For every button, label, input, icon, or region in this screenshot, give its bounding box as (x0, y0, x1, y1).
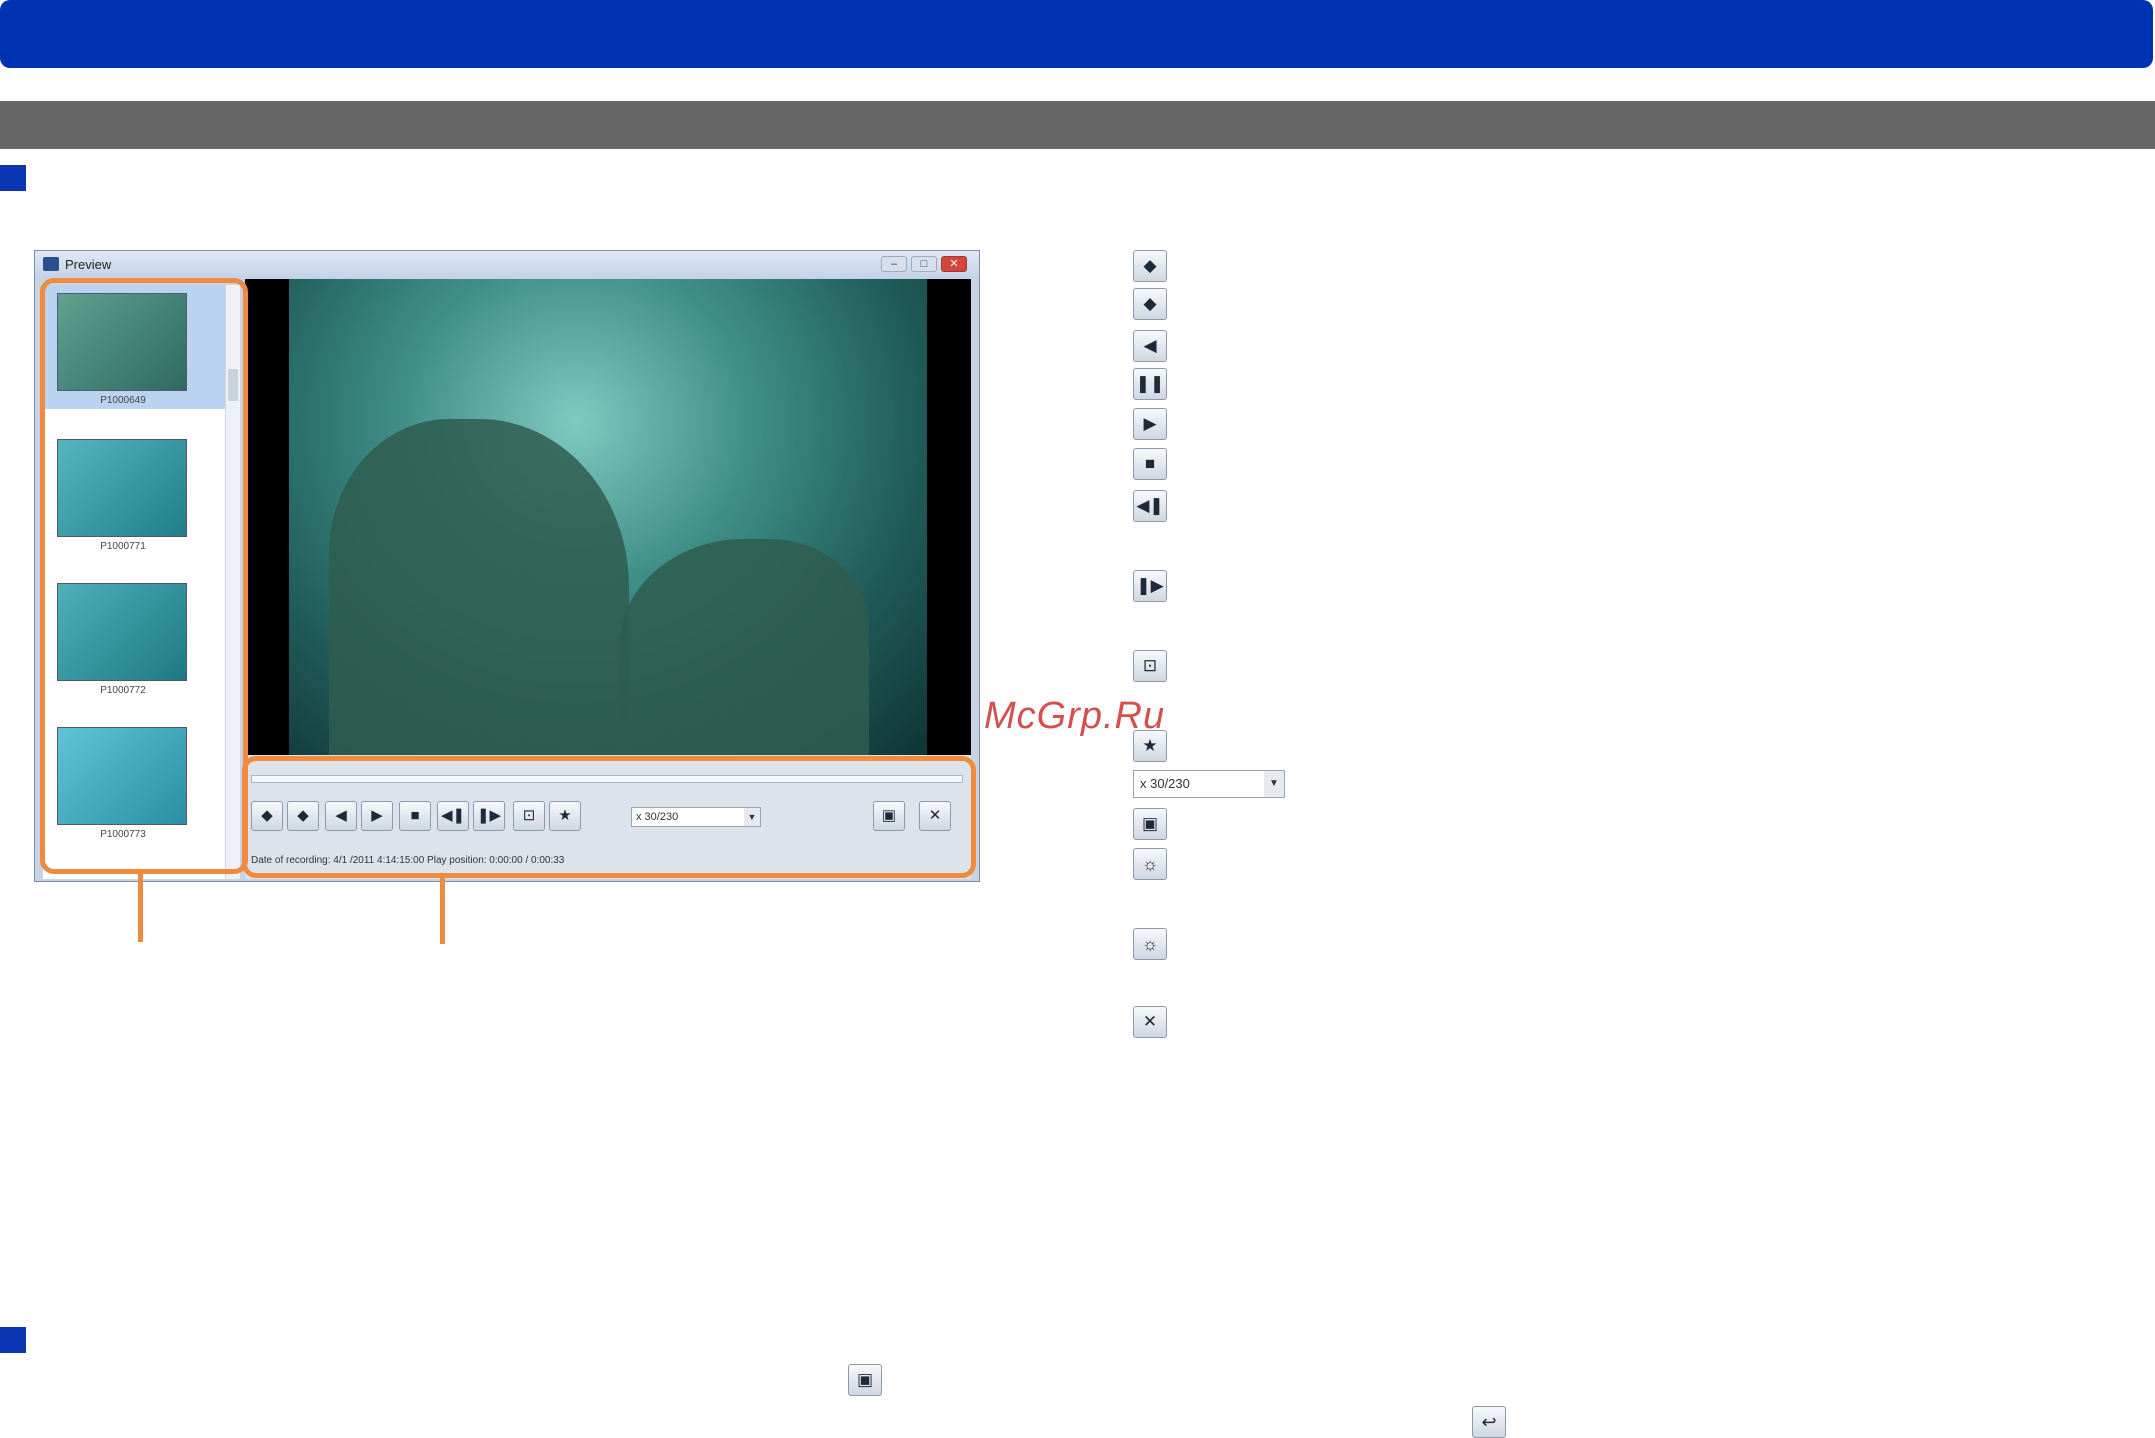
reverse-play-icon: ◀ (1133, 330, 1167, 362)
video-frame (289, 279, 927, 755)
speed-select-sample: x 30/230 ▼ (1133, 770, 1285, 798)
close-icon: ✕ (1133, 1006, 1167, 1038)
video-rock-right (619, 539, 869, 755)
watermark: McGrp.Ru (984, 695, 1166, 737)
speed-value-sample: x 30/230 (1140, 776, 1190, 791)
maximize-button[interactable]: □ (911, 256, 937, 272)
fullscreen-icon: ▣ (1133, 808, 1167, 840)
play-icon: ▶ (1133, 408, 1167, 440)
section-bar (0, 101, 2155, 149)
video-area (245, 279, 971, 755)
section-marker-top (0, 165, 26, 191)
leader-line-2 (440, 878, 445, 944)
video-rock-left (329, 419, 629, 755)
stop-icon: ■ (1133, 448, 1167, 480)
brightness-down-icon: ☼ (1133, 928, 1167, 960)
app-icon (43, 257, 59, 271)
pause-icon: ❚❚ (1133, 368, 1167, 400)
fullscreen-icon-inline: ▣ (848, 1364, 882, 1396)
section-marker-bottom (0, 1327, 26, 1353)
window-close-button[interactable]: ✕ (941, 256, 967, 272)
frame-back-icon: ◀❚ (1133, 490, 1167, 522)
capture-icon: ⊡ (1133, 650, 1167, 682)
window-titlebar: Preview – □ ✕ (35, 251, 979, 279)
title-bar (0, 0, 2153, 68)
controls-highlight (242, 756, 976, 878)
return-icon: ↩ (1472, 1406, 1506, 1438)
window-title: Preview (65, 257, 112, 272)
frame-forward-icon: ❚▶ (1133, 570, 1167, 602)
previous-file-icon: ◆ (1133, 250, 1167, 282)
brightness-up-icon: ☼ (1133, 848, 1167, 880)
minimize-button[interactable]: – (881, 256, 907, 272)
leader-line-1 (138, 874, 143, 942)
next-file-icon: ◆ (1133, 288, 1167, 320)
thumbnail-highlight (40, 278, 248, 874)
chevron-down-icon: ▼ (1264, 771, 1284, 797)
